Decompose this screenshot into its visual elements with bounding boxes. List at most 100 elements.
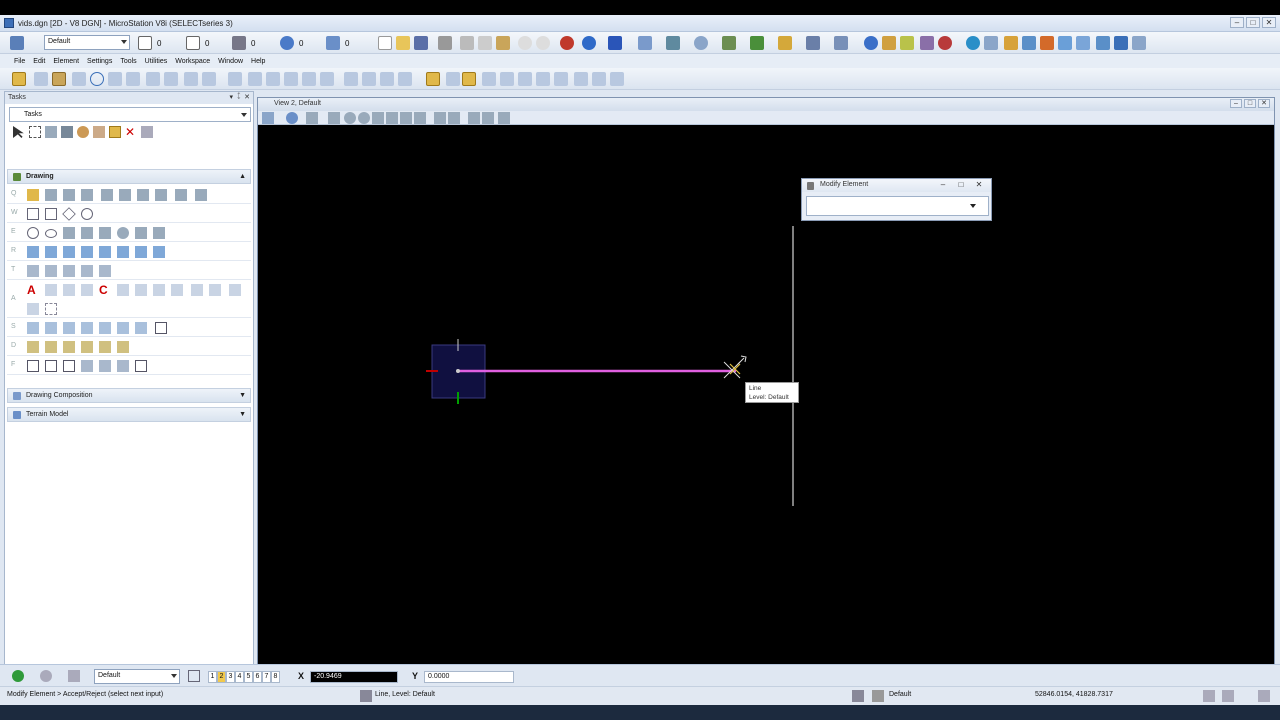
maximize-button[interactable]: □	[1246, 17, 1260, 28]
element-selection-icon[interactable]	[10, 35, 24, 51]
match-text-tool-icon[interactable]	[153, 284, 165, 296]
view-number-3[interactable]: 3	[226, 671, 235, 683]
clip-mask-icon[interactable]	[498, 112, 510, 124]
minimize-button[interactable]: –	[1230, 17, 1244, 28]
model-icon[interactable]	[1222, 690, 1234, 702]
element-selection-arrow-icon[interactable]	[13, 126, 24, 138]
view-number-5[interactable]: 5	[244, 671, 253, 683]
forward-arrow-icon[interactable]	[40, 670, 52, 682]
break-icon[interactable]	[536, 71, 550, 87]
extend-icon[interactable]	[462, 71, 476, 87]
dimension-angular-tool-icon[interactable]	[63, 341, 75, 353]
smartline-icon[interactable]	[34, 71, 48, 87]
references-icon[interactable]	[638, 35, 652, 51]
paste-icon[interactable]	[496, 35, 510, 51]
edit-pattern-tool-icon[interactable]	[135, 246, 147, 258]
menu-edit[interactable]: Edit	[33, 58, 45, 65]
rotate-icon[interactable]	[284, 71, 298, 87]
save-icon[interactable]	[414, 35, 428, 51]
tasks-combo[interactable]: Tasks	[9, 107, 251, 122]
trim-icon[interactable]	[482, 71, 496, 87]
curve-icon[interactable]	[164, 71, 178, 87]
scale-icon[interactable]	[266, 71, 280, 87]
grid-icon[interactable]	[518, 71, 532, 87]
tools-d-icon[interactable]	[1040, 35, 1054, 51]
shape-tool-icon[interactable]	[45, 208, 57, 220]
delete-icon[interactable]	[938, 35, 952, 51]
place-circle-tool-icon[interactable]	[27, 227, 39, 239]
active-level-combo[interactable]: Default	[44, 35, 130, 50]
measure-tool-icon[interactable]	[77, 126, 89, 138]
delete-pattern-tool-icon[interactable]	[153, 246, 165, 258]
intellitrim-tool-icon[interactable]	[99, 360, 111, 372]
place-note-tool-icon[interactable]	[63, 284, 75, 296]
multiline-tool-icon[interactable]	[63, 189, 75, 201]
crosshatch-tool-icon[interactable]	[45, 246, 57, 258]
ungroup-icon[interactable]	[362, 71, 376, 87]
dimension-radial-tool-icon[interactable]	[81, 341, 93, 353]
dialog-maximize-button[interactable]: □	[953, 180, 969, 190]
view-settings-icon[interactable]	[306, 112, 318, 124]
copy-view-icon[interactable]	[468, 112, 480, 124]
drawing-composition-section-header[interactable]: Drawing Composition ▼	[7, 388, 251, 403]
place-cell-tool-icon[interactable]	[27, 265, 39, 277]
view-number-1[interactable]: 1	[208, 671, 217, 683]
tasks-close-icon[interactable]: ✕	[244, 93, 250, 101]
drop-icon[interactable]	[398, 71, 412, 87]
delete-tool-icon[interactable]: ✕	[125, 126, 137, 138]
priority-icon[interactable]: 0	[326, 35, 349, 51]
snap-icon[interactable]	[806, 35, 820, 51]
fit-view-icon[interactable]	[386, 112, 398, 124]
help-icon[interactable]	[582, 35, 596, 51]
drawing-canvas[interactable]	[258, 126, 1274, 681]
y-coordinate-field[interactable]: 0.0000	[424, 671, 514, 683]
fence-tool-icon[interactable]	[29, 126, 41, 138]
info-icon[interactable]	[864, 35, 878, 51]
tasks-pin-icon[interactable]: ᛨ	[237, 93, 241, 100]
tools-c-icon[interactable]	[1022, 35, 1036, 51]
rotate-view-icon[interactable]	[400, 112, 412, 124]
align-tool-icon[interactable]	[135, 322, 147, 334]
menu-tools[interactable]: Tools	[120, 58, 136, 65]
accudraw-toggle-icon[interactable]	[12, 71, 26, 87]
arc-curve-tool-icon[interactable]	[119, 189, 131, 201]
modify-tool-icon[interactable]	[109, 126, 121, 138]
text-along-tool-icon[interactable]	[45, 284, 57, 296]
extend-line-tool-icon[interactable]	[63, 360, 75, 372]
mirror-tool-icon[interactable]	[117, 322, 129, 334]
dimension-element-tool-icon[interactable]	[27, 341, 39, 353]
cross-icon[interactable]	[146, 71, 160, 87]
replace-cell-tool-icon[interactable]	[81, 265, 93, 277]
raster-icon[interactable]	[666, 35, 680, 51]
move-icon[interactable]	[228, 71, 242, 87]
text-node-tool-icon[interactable]	[209, 284, 221, 296]
view-previous-icon[interactable]	[434, 112, 446, 124]
layers-icon[interactable]	[778, 35, 792, 51]
menu-workspace[interactable]: Workspace	[175, 58, 210, 65]
place-arc-tool-icon[interactable]	[63, 227, 75, 239]
spell-check-tool-icon[interactable]	[117, 284, 129, 296]
smartline-tool-icon[interactable]	[27, 189, 39, 201]
terrain-model-section-header[interactable]: Terrain Model ▼	[7, 407, 251, 422]
zoom-in-icon[interactable]	[344, 112, 356, 124]
tools-g-icon[interactable]	[1096, 35, 1110, 51]
mirror-icon[interactable]	[302, 71, 316, 87]
construct-tool-icon[interactable]	[175, 189, 187, 201]
drawing-section-header[interactable]: Drawing ▲	[7, 169, 251, 184]
modify-element-tool-icon[interactable]	[27, 360, 39, 372]
pan-view-icon[interactable]	[414, 112, 426, 124]
design-file-changed-icon[interactable]	[1203, 690, 1215, 702]
pattern-area-tool-icon[interactable]	[63, 246, 75, 258]
change-text-tool-icon[interactable]: C	[99, 284, 111, 296]
hatch-tool-icon[interactable]	[27, 246, 39, 258]
show-pattern-tool-icon[interactable]	[99, 246, 111, 258]
status-level-combo[interactable]: Default	[94, 669, 180, 684]
close-button[interactable]: ✕	[1262, 17, 1276, 28]
dimension-linear-tool-icon[interactable]	[45, 341, 57, 353]
view-toggle-icon[interactable]	[608, 35, 622, 51]
view-number-6[interactable]: 6	[253, 671, 262, 683]
half-ellipse-tool-icon[interactable]	[81, 227, 93, 239]
search-icon[interactable]	[882, 35, 896, 51]
point-curve-tool-icon[interactable]	[101, 189, 113, 201]
tasks-dropdown-icon[interactable]: ▾	[229, 93, 233, 101]
